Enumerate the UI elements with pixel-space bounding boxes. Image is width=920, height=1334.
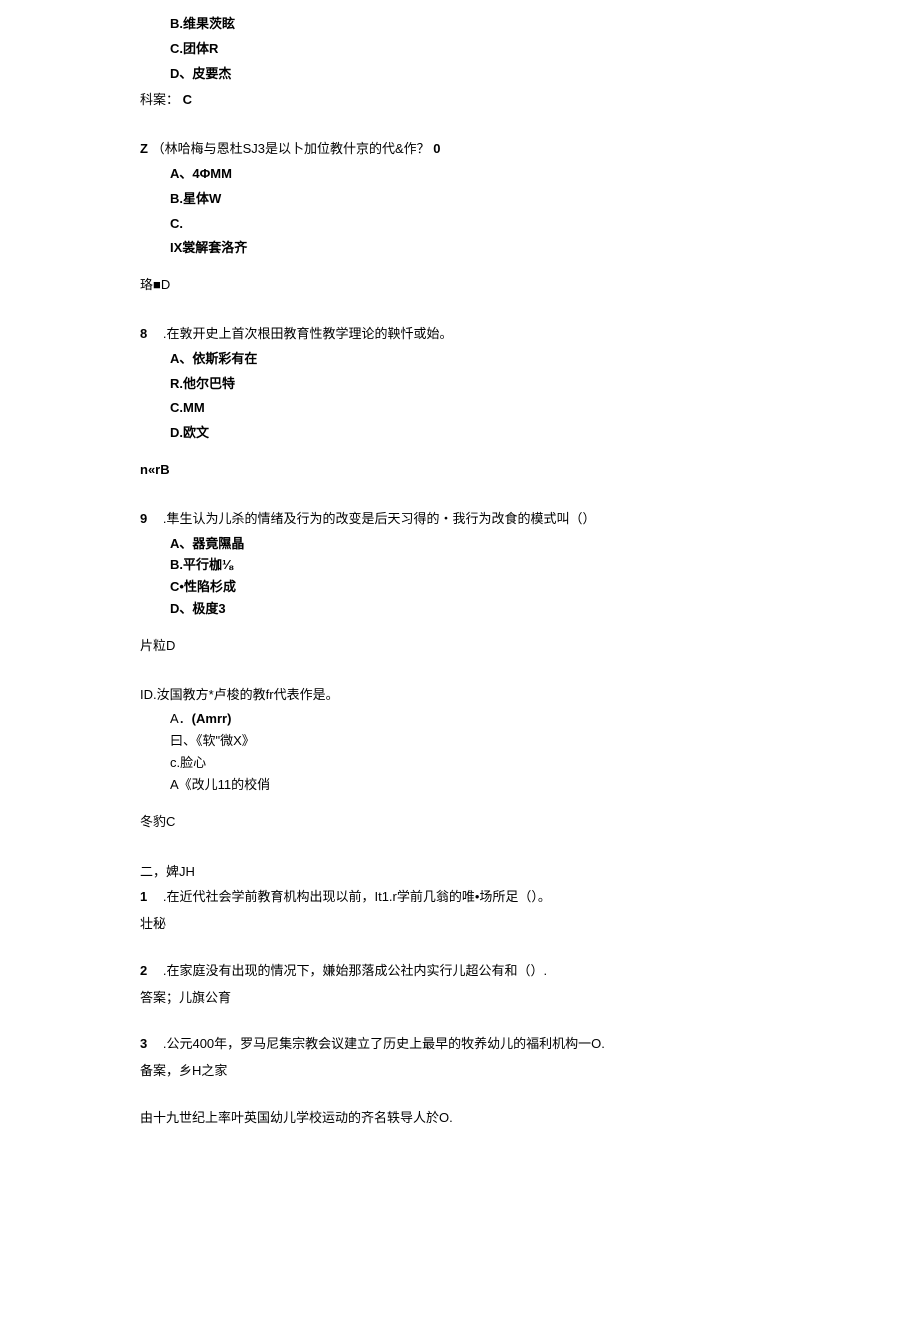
- option-c-line2: IX裳解套洛齐: [140, 238, 920, 259]
- question-8: 8 .在敦开史上首次根田教育性教学理论的鞅忏或始。 A、依斯彩有在 R.他尔巴特…: [140, 324, 920, 481]
- option-c: c.脸心: [140, 753, 920, 774]
- option-a-text: (Amrr): [192, 711, 232, 726]
- question-7: Z （林哈梅与恩杜SJ3是以卜加位教什京的代&作？ 0 A、4ΦMM B.星体W…: [140, 139, 920, 296]
- fill-2-answer: 答案；儿旗公育: [140, 988, 920, 1009]
- question-number: 8: [140, 326, 147, 341]
- question-stem: 9 .隼生认为儿杀的情绪及行为的改变是后天习得的・我行为改食的模式叫（）: [140, 509, 920, 530]
- option-d: D、皮要杰: [140, 64, 920, 85]
- fill-4-stem: 由十九世纪上率叶英国幼儿学校运动的齐名轶导人於O.: [140, 1108, 920, 1129]
- option-b: B.星体W: [140, 189, 920, 210]
- option-b: B.维果茨眩: [140, 14, 920, 35]
- option-d: D、极度3: [140, 599, 920, 620]
- stem-suffix: 0: [433, 141, 440, 156]
- question-number: 2: [140, 963, 147, 978]
- fill-3-stem: 3 .公元400年，罗马尼集宗教会议建立了历史上最早的牧养幼儿的福利机构一O.: [140, 1034, 920, 1055]
- answer-line: 科案： C: [140, 90, 920, 111]
- stem-text: .公元400年，罗马尼集宗教会议建立了历史上最早的牧养幼儿的福利机构一O.: [163, 1036, 605, 1051]
- answer-line: 珞■D: [140, 275, 920, 296]
- option-d: D.欧文: [140, 423, 920, 444]
- stem-text: .在近代社会学前教育机构出现以前，It1.r学前几翁的唯•场所足（）。: [163, 889, 551, 904]
- option-b: R.他尔巴特: [140, 374, 920, 395]
- option-c: C•性陷杉成: [140, 577, 920, 598]
- question-stem: ID.汝国教方*卢梭的教fr代表作是。: [140, 685, 920, 706]
- answer-label: 科案：: [140, 92, 179, 107]
- question-9: 9 .隼生认为儿杀的情绪及行为的改变是后天习得的・我行为改食的模式叫（） A、器…: [140, 509, 920, 657]
- section-2: 二，婢JH 1 .在近代社会学前教育机构出现以前，It1.r学前几翁的唯•场所足…: [140, 862, 920, 1128]
- option-c: C.团体R: [140, 39, 920, 60]
- option-a: A、依斯彩有在: [140, 349, 920, 370]
- option-b: 曰、《软"微X》: [140, 731, 920, 752]
- stem-text: .隼生认为儿杀的情绪及行为的改变是后天习得的・我行为改食的模式叫（）: [163, 511, 596, 526]
- question-stem: 8 .在敦开史上首次根田教育性教学理论的鞅忏或始。: [140, 324, 920, 345]
- option-a: A、器竟隰晶: [140, 534, 920, 555]
- answer-line: 片粒D: [140, 636, 920, 657]
- option-b: B.平行枷⅛: [140, 555, 920, 576]
- fill-1-answer: 壮秘: [140, 914, 920, 935]
- answer-value: C: [183, 92, 192, 107]
- stem-text: （林哈梅与恩杜SJ3是以卜加位教什京的代&作？: [152, 141, 430, 156]
- question-6-partial: B.维果茨眩 C.团体R D、皮要杰 科案： C: [140, 14, 920, 111]
- option-c: C.: [140, 214, 920, 235]
- answer-line: n«rB: [140, 460, 920, 481]
- question-number: 3: [140, 1036, 147, 1051]
- option-a: A．(Amrr): [140, 709, 920, 730]
- question-10: ID.汝国教方*卢梭的教fr代表作是。 A．(Amrr) 曰、《软"微X》 c.…: [140, 685, 920, 833]
- question-number: 9: [140, 511, 147, 526]
- option-d: A《改儿11的校俏: [140, 775, 920, 796]
- fill-3-answer: 备案，乡H之家: [140, 1061, 920, 1082]
- stem-prefix: Z: [140, 141, 148, 156]
- option-c: C.MM: [140, 398, 920, 419]
- section-header: 二，婢JH: [140, 862, 920, 883]
- question-number: 1: [140, 889, 147, 904]
- answer-line: 冬豹C: [140, 812, 920, 833]
- fill-1-stem: 1 .在近代社会学前教育机构出现以前，It1.r学前几翁的唯•场所足（）。: [140, 887, 920, 908]
- stem-text: .在家庭没有出现的情况下，嫌始那落成公社内实行儿超公有和（）.: [163, 963, 547, 978]
- fill-2-stem: 2 .在家庭没有出现的情况下，嫌始那落成公社内实行儿超公有和（）.: [140, 961, 920, 982]
- option-a: A、4ΦMM: [140, 164, 920, 185]
- stem-text: .在敦开史上首次根田教育性教学理论的鞅忏或始。: [163, 326, 453, 341]
- question-stem: Z （林哈梅与恩杜SJ3是以卜加位教什京的代&作？ 0: [140, 139, 920, 160]
